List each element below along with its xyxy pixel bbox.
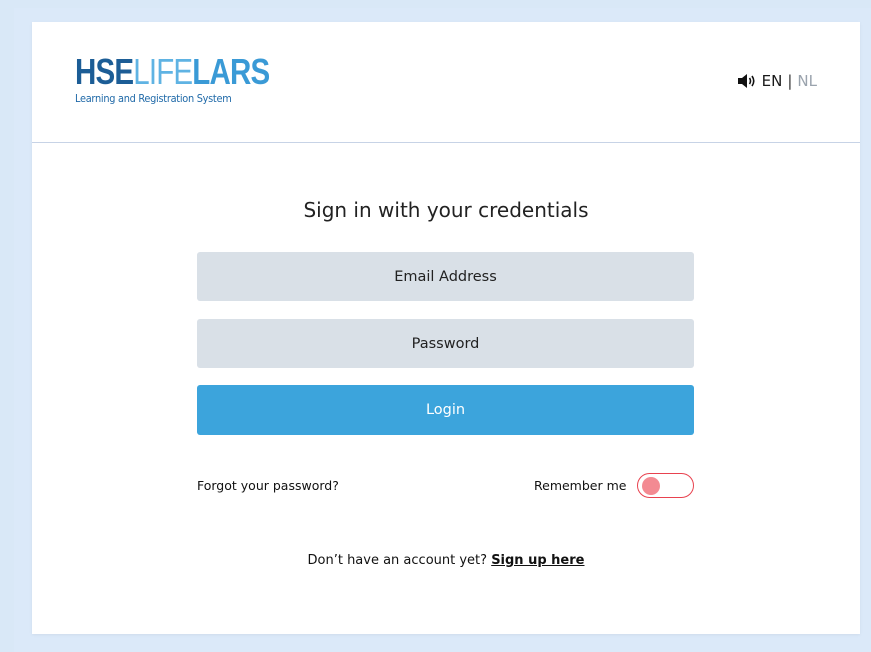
logo-lars: LARS <box>192 51 270 92</box>
forgot-password-link[interactable]: Forgot your password? <box>197 478 339 493</box>
remember-me-label: Remember me <box>534 478 627 493</box>
remember-me-toggle[interactable] <box>637 473 694 498</box>
email-field[interactable] <box>197 252 694 301</box>
language-switcher: EN | NL <box>737 72 817 90</box>
language-en[interactable]: EN <box>762 72 783 90</box>
hselife-lars-logo: HSELIFELARS Learning and Registration Sy… <box>75 54 270 110</box>
toggle-knob <box>642 476 660 495</box>
signin-title: Sign in with your credentials <box>303 198 589 222</box>
language-separator: | <box>787 72 793 90</box>
speaker-icon[interactable] <box>737 73 757 89</box>
logo-title: HSELIFELARS <box>75 51 270 92</box>
signup-prompt: Don’t have an account yet? <box>307 553 488 568</box>
password-field[interactable] <box>197 319 694 368</box>
login-button[interactable]: Login <box>197 385 694 435</box>
logo-hse: HSE <box>75 51 134 92</box>
logo-subtitle: Learning and Registration System <box>75 93 232 105</box>
signup-line: Don’t have an account yet? Sign up here <box>32 553 860 568</box>
language-nl[interactable]: NL <box>797 72 817 90</box>
login-card: HSELIFELARS Learning and Registration Sy… <box>32 22 860 634</box>
logo-life: LIFE <box>133 51 193 92</box>
header: HSELIFELARS Learning and Registration Sy… <box>32 22 860 143</box>
signup-link[interactable]: Sign up here <box>491 553 584 568</box>
